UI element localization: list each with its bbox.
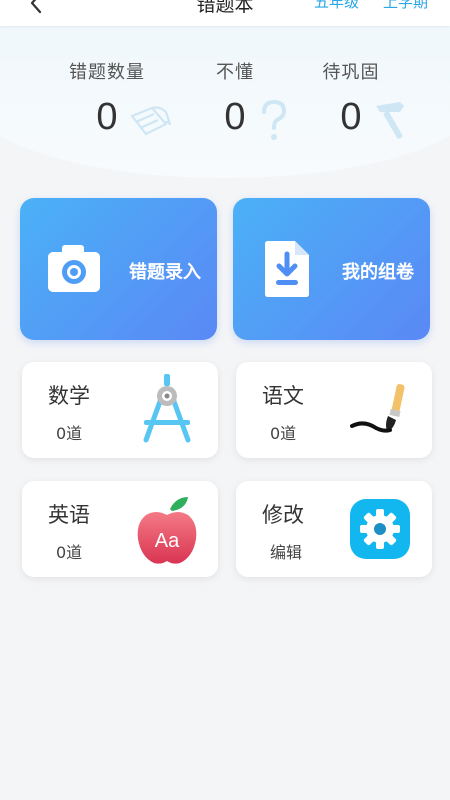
subject-count: 0道 — [56, 543, 83, 562]
download-doc-icon — [265, 241, 309, 297]
edit-card[interactable]: 修改 编辑 — [236, 481, 432, 577]
apple-icon: Aa — [137, 497, 197, 564]
add-wrong-question-label: 错题录入 — [129, 262, 201, 283]
stat-to-consolidate[interactable]: 待巩固 0 — [286, 58, 416, 139]
subject-count: 0道 — [270, 424, 297, 443]
edit-subtitle: 编辑 — [270, 543, 303, 562]
subject-name: 数学 — [48, 384, 90, 408]
subject-name: 英语 — [48, 503, 90, 527]
stat-number: 0 — [224, 96, 246, 138]
subject-card-chinese[interactable]: 语文 0道 — [236, 362, 432, 458]
add-wrong-question-card[interactable]: 错题录入 — [20, 198, 217, 340]
back-button[interactable] — [22, 0, 52, 18]
gear-icon — [350, 499, 410, 559]
stat-value: 0 — [224, 96, 287, 140]
subject-card-math[interactable]: 数学 0道 — [22, 362, 218, 458]
my-paper-label: 我的组卷 — [342, 262, 414, 283]
stat-label: 不懂 — [216, 62, 254, 83]
subject-count: 0道 — [56, 424, 83, 443]
grade-selector: 五年级 上学期 — [314, 0, 428, 12]
back-arrow-icon — [30, 0, 42, 14]
scroll-icon — [131, 106, 172, 136]
grade-link[interactable]: 五年级 — [314, 0, 359, 12]
wrong-question-book-page: 错题本 五年级 上学期 错题数量 0 不懂 0 待巩固 0 错题录入 我的组卷 … — [0, 0, 450, 800]
compass-icon — [143, 374, 191, 443]
stat-value: 0 — [96, 96, 172, 139]
stats-panel: 错题数量 0 不懂 0 待巩固 0 — [0, 58, 450, 158]
subject-card-english[interactable]: 英语 0道 Aa — [22, 481, 218, 577]
stat-label: 待巩固 — [322, 62, 380, 83]
term-link[interactable]: 上学期 — [383, 0, 428, 12]
page-title: 错题本 — [196, 0, 254, 16]
stat-not-understood[interactable]: 不懂 0 — [170, 58, 300, 140]
apple-icon-text: Aa — [155, 530, 180, 552]
my-paper-card[interactable]: 我的组卷 — [233, 198, 430, 340]
brush-icon — [350, 384, 405, 433]
hammer-icon — [376, 102, 405, 139]
stat-number: 0 — [96, 96, 118, 138]
subject-name: 语文 — [262, 384, 304, 408]
camera-icon — [48, 245, 100, 292]
stat-wrong-count[interactable]: 错题数量 0 — [42, 58, 172, 139]
edit-title: 修改 — [262, 503, 304, 527]
top-bar: 错题本 五年级 上学期 — [0, 0, 450, 26]
stat-label: 错题数量 — [69, 62, 145, 83]
stat-number: 0 — [340, 96, 362, 138]
stat-value: 0 — [340, 96, 405, 139]
